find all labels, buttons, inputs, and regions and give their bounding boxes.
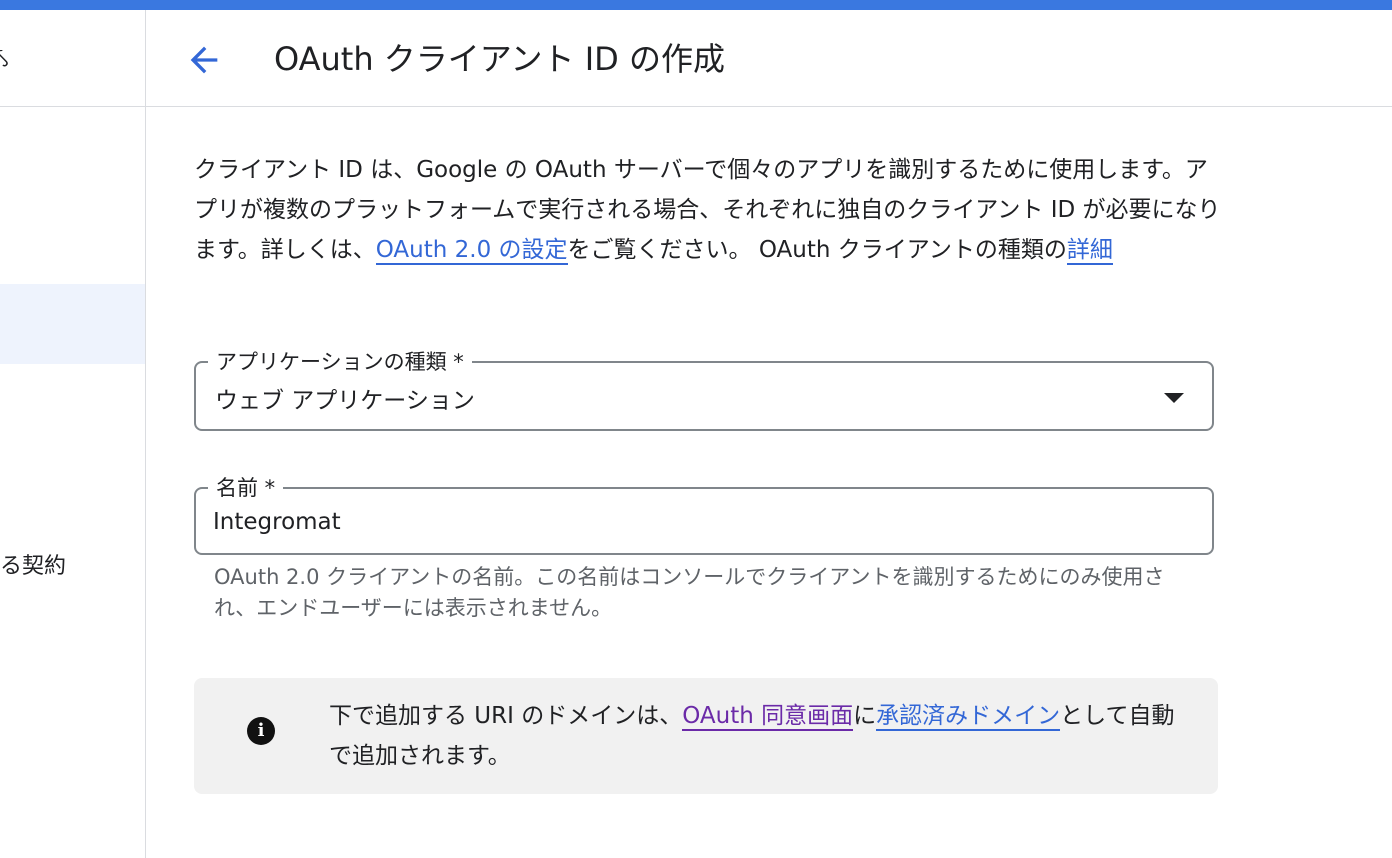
sidebar-item-selected[interactable] (0, 284, 145, 364)
name-hint: OAuth 2.0 クライアントの名前。この名前はコンソールでクライアントを識別… (214, 565, 1165, 620)
sidebar-header: ⤣ (0, 10, 145, 107)
back-arrow-icon[interactable] (184, 40, 224, 80)
info-part: に (853, 703, 877, 729)
name-label: 名前 * (208, 472, 284, 502)
app-type-label: アプリケーションの種類 * (208, 346, 472, 376)
info-text: 下で追加する URI のドメインは、OAuth 同意画面に承認済みドメインとして… (329, 696, 1189, 776)
sidebar-menu-icon[interactable]: ⤣ (0, 46, 9, 72)
authorized-domains-link[interactable]: 承認済みドメイン (876, 703, 1061, 731)
description-text: クライアント ID は、Google の OAuth サーバーで個々のアプリを識… (194, 150, 1224, 270)
details-link[interactable]: 詳細 (1066, 237, 1113, 265)
sidebar-item-label: る契約 (0, 554, 67, 579)
app-type-value: ウェブ アプリケーション (215, 388, 475, 414)
description-part: をご覧ください。 OAuth クライアントの種類の (567, 237, 1067, 263)
name-input[interactable] (213, 505, 1173, 539)
info-part: 下で追加する URI のドメインは、 (329, 703, 683, 729)
page-title: OAuth クライアント ID の作成 (274, 40, 725, 78)
oauth-setup-link[interactable]: OAuth 2.0 の設定 (375, 237, 568, 265)
sidebar-item-agreement[interactable]: る契約 (0, 548, 66, 580)
name-field: 名前 * (194, 472, 1214, 555)
dropdown-arrow-icon (1164, 393, 1184, 403)
description-block: クライアント ID は、Google の OAuth サーバーで個々のアプリを識… (194, 150, 1224, 270)
app-type-select[interactable]: アプリケーションの種類 * ウェブ アプリケーション (194, 346, 1214, 431)
sidebar: ⤣ る契約 (0, 10, 146, 858)
oauth-consent-link[interactable]: OAuth 同意画面 (682, 703, 854, 731)
page-header: OAuth クライアント ID の作成 (146, 10, 1392, 107)
top-accent-bar (0, 0, 1392, 10)
info-icon: i (247, 717, 275, 745)
info-banner: i 下で追加する URI のドメインは、OAuth 同意画面に承認済みドメインと… (194, 678, 1218, 794)
